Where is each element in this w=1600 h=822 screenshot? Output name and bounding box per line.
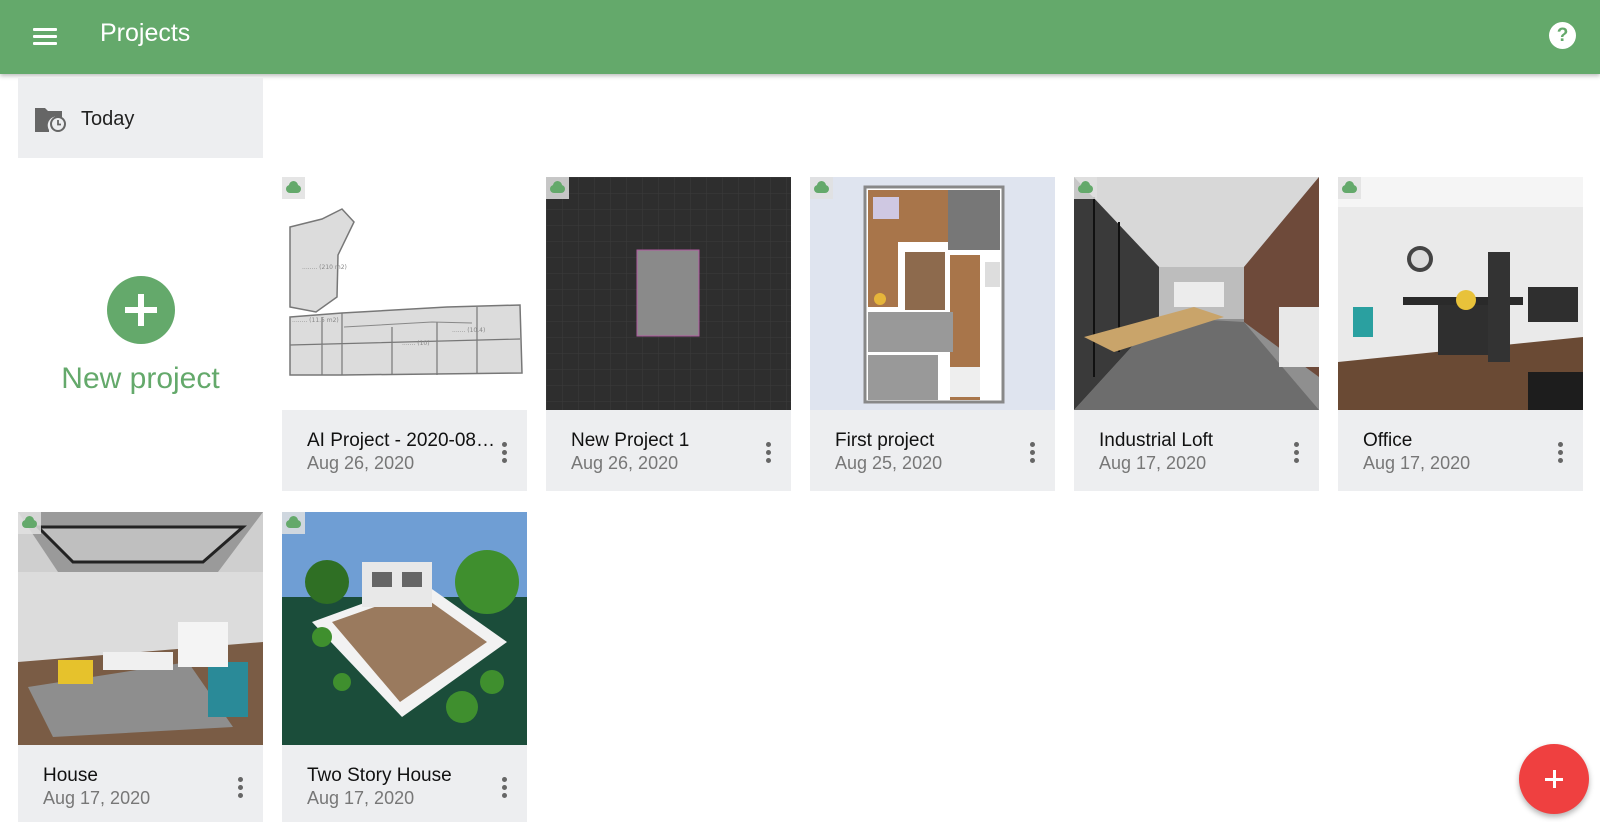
project-name: AI Project - 2020-08-26 <box>307 430 497 451</box>
project-name: Industrial Loft <box>1099 430 1214 451</box>
more-options-icon[interactable] <box>1026 439 1040 467</box>
help-icon[interactable]: ? <box>1549 22 1576 49</box>
project-name: First project <box>835 430 935 451</box>
project-date: Aug 17, 2020 <box>1363 453 1471 473</box>
add-circle-icon <box>107 276 175 344</box>
project-thumbnail <box>1338 177 1583 410</box>
app-bar: Projects ? <box>0 0 1600 74</box>
project-thumbnail <box>1074 177 1319 410</box>
project-name: Office <box>1363 430 1413 451</box>
project-date: Aug 17, 2020 <box>43 788 151 808</box>
cloud-sync-icon <box>1074 177 1097 199</box>
cloud-sync-icon <box>282 177 305 199</box>
project-date: Aug 25, 2020 <box>835 453 943 473</box>
folder-tab-today[interactable]: Today <box>18 78 263 158</box>
new-project-label: New project <box>61 362 220 395</box>
project-name: New Project 1 <box>571 430 690 451</box>
svg-text:....... (10): ....... (10) <box>402 340 430 347</box>
more-options-icon[interactable] <box>1554 439 1568 467</box>
project-card[interactable]: Two Story House Aug 17, 2020 <box>282 512 527 822</box>
add-project-fab[interactable] <box>1519 744 1589 814</box>
svg-text:........ (210 m2): ........ (210 m2) <box>302 264 347 271</box>
folder-label: Today <box>81 108 135 130</box>
project-date: Aug 26, 2020 <box>307 453 415 473</box>
project-card[interactable]: New Project 1 Aug 26, 2020 <box>546 177 791 491</box>
cloud-sync-icon <box>1338 177 1361 199</box>
folder-clock-icon <box>35 108 66 132</box>
page-title: Projects <box>100 19 191 47</box>
project-thumbnail <box>546 177 791 410</box>
project-card[interactable]: Office Aug 17, 2020 <box>1338 177 1583 491</box>
more-options-icon[interactable] <box>762 439 776 467</box>
cloud-sync-icon <box>810 177 833 199</box>
project-card[interactable]: ........ (210 m2) ........ (11.5 m2) ...… <box>282 177 527 491</box>
project-thumbnail <box>810 177 1055 410</box>
more-options-icon[interactable] <box>498 439 512 467</box>
project-card[interactable]: Industrial Loft Aug 17, 2020 <box>1074 177 1319 491</box>
project-card[interactable]: House Aug 17, 2020 <box>18 512 263 822</box>
project-date: Aug 17, 2020 <box>307 788 415 808</box>
cloud-sync-icon <box>546 177 569 199</box>
cloud-sync-icon <box>18 512 41 534</box>
svg-text:........ (11.5 m2): ........ (11.5 m2) <box>292 317 339 324</box>
more-options-icon[interactable] <box>498 774 512 802</box>
new-project-button[interactable]: New project <box>18 177 263 491</box>
project-thumbnail <box>282 512 527 745</box>
project-date: Aug 17, 2020 <box>1099 453 1207 473</box>
more-options-icon[interactable] <box>234 774 248 802</box>
project-name: Two Story House <box>307 765 452 786</box>
project-thumbnail <box>18 512 263 745</box>
project-date: Aug 26, 2020 <box>571 453 679 473</box>
more-options-icon[interactable] <box>1290 439 1304 467</box>
hamburger-menu-icon[interactable] <box>26 20 66 54</box>
cloud-sync-icon <box>282 512 305 534</box>
svg-text:....... (10.4): ....... (10.4) <box>452 327 485 334</box>
project-card[interactable]: First project Aug 25, 2020 <box>810 177 1055 491</box>
project-thumbnail: ........ (210 m2) ........ (11.5 m2) ...… <box>282 177 527 410</box>
project-name: House <box>43 765 98 786</box>
